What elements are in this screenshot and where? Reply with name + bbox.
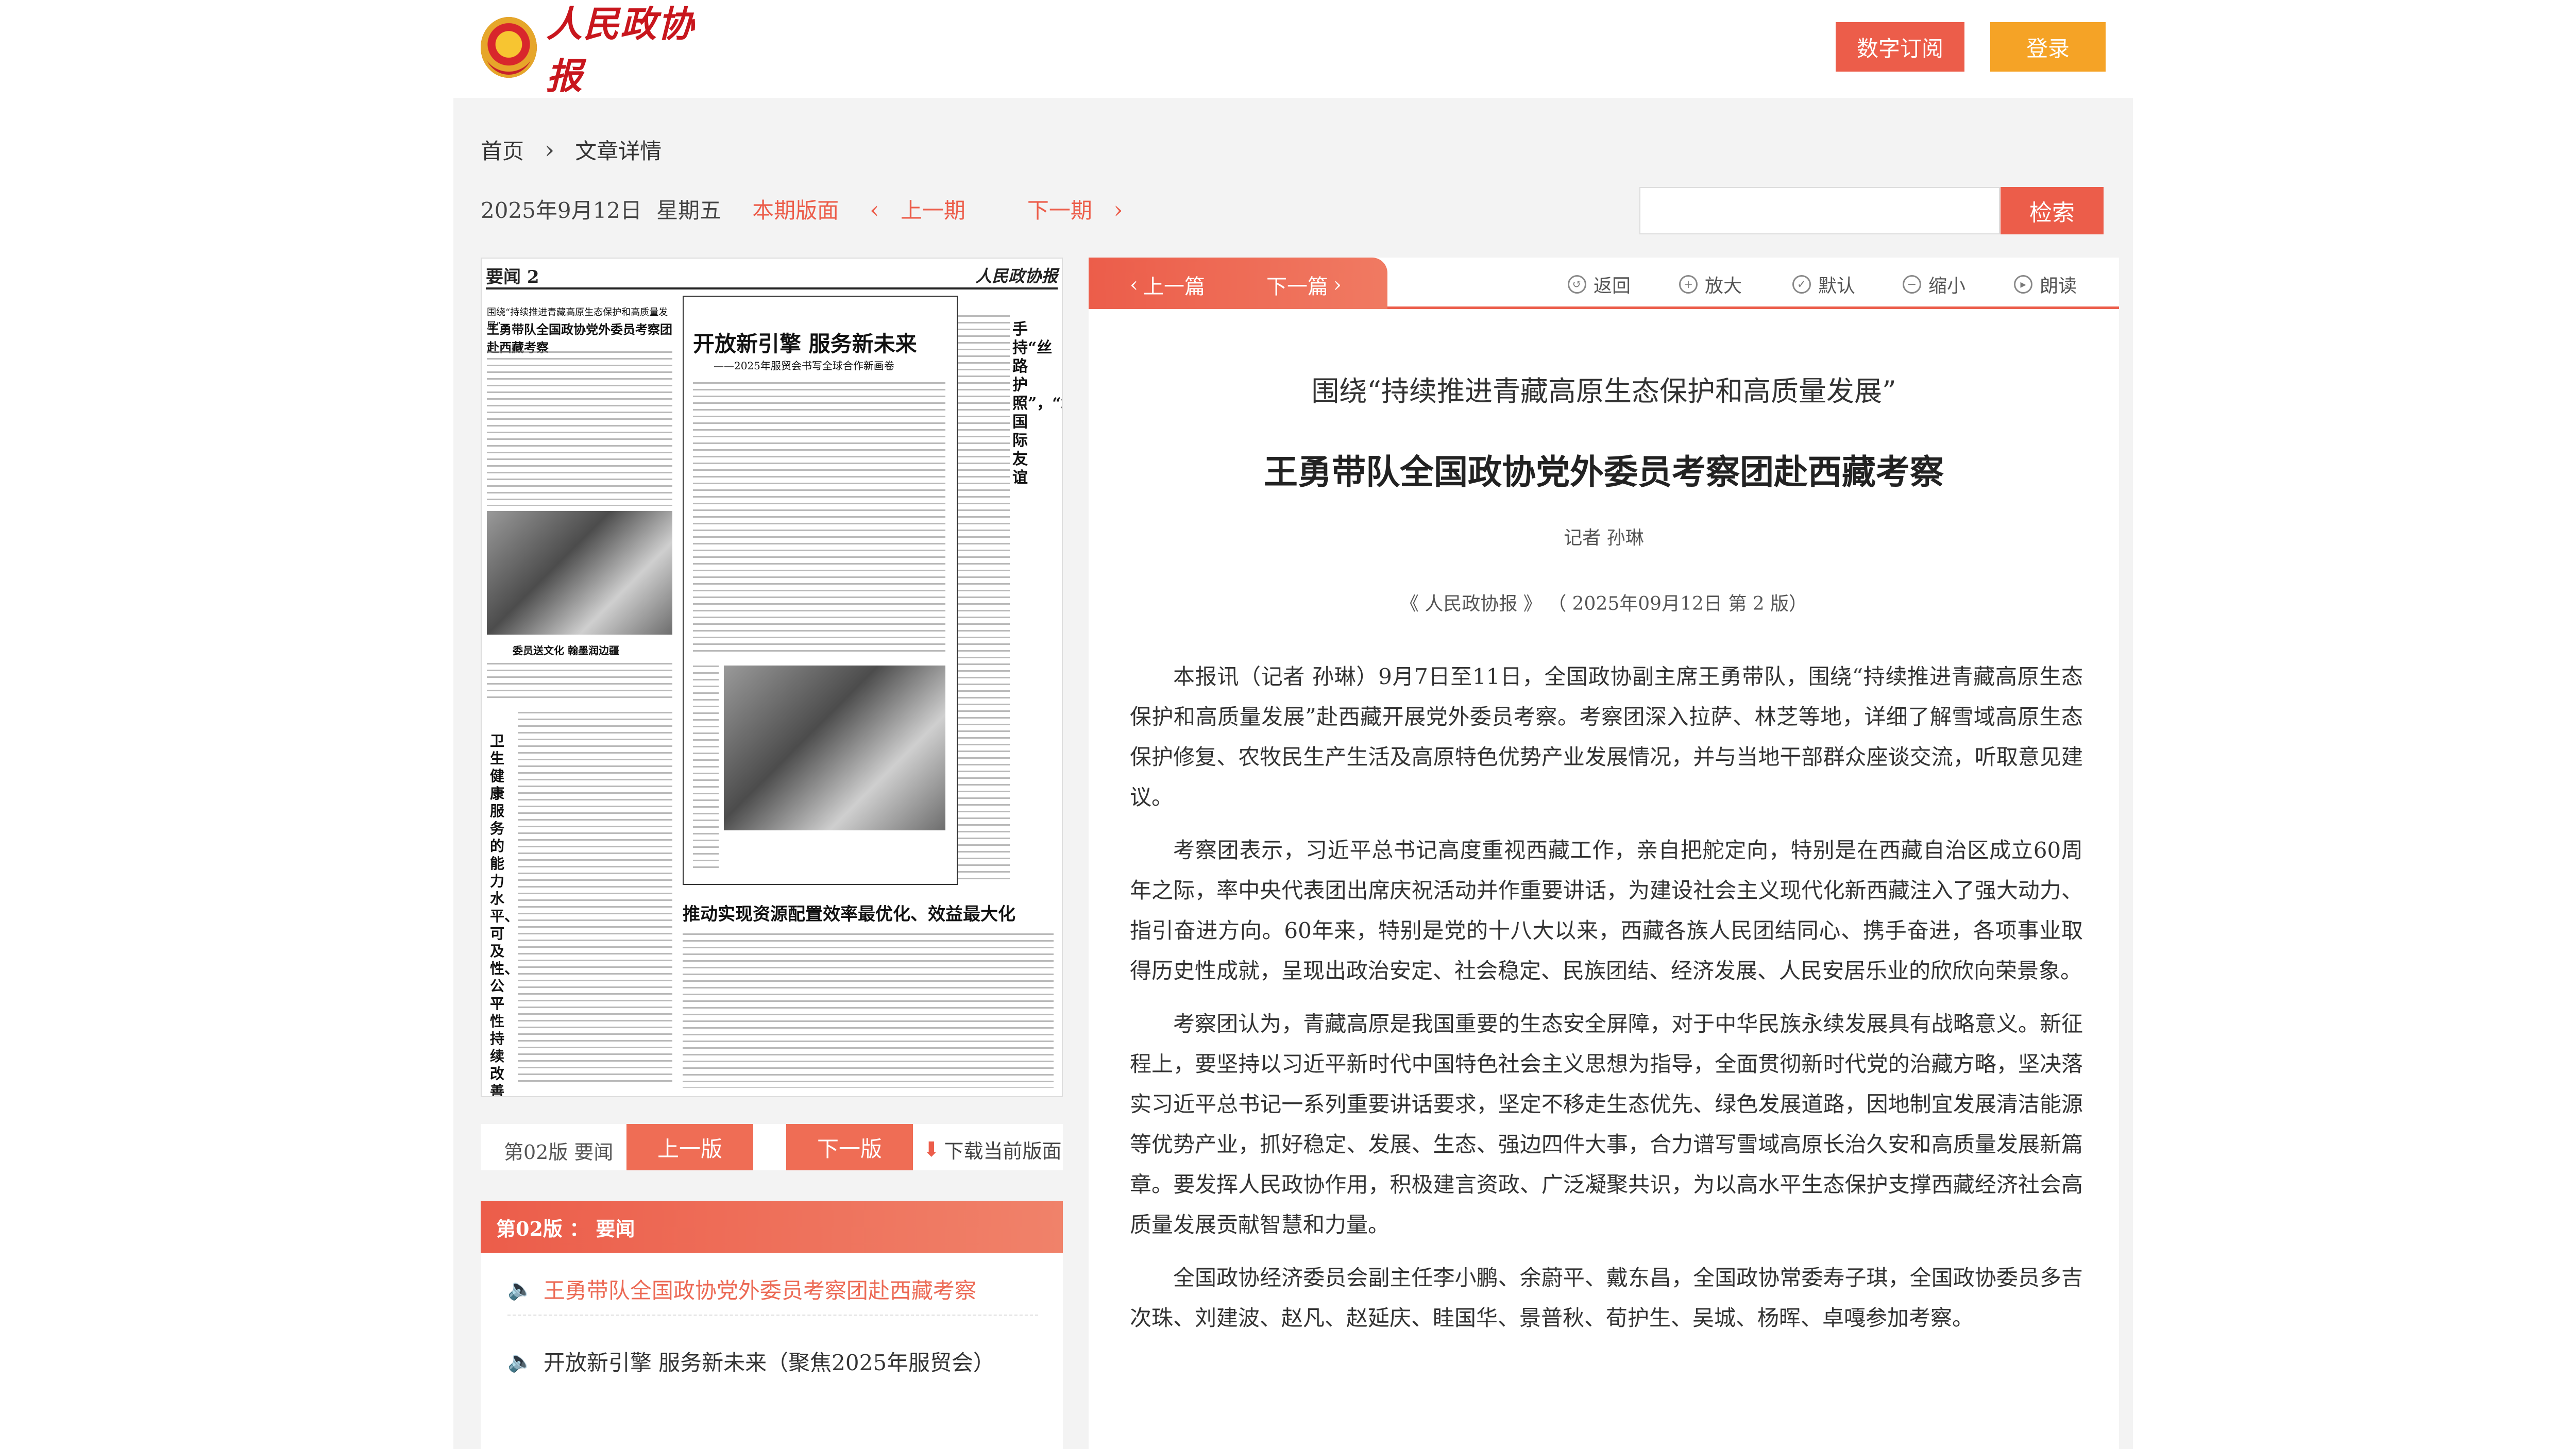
paper-brand: 人民政协报 bbox=[975, 266, 1058, 286]
paper-section: 要闻 2 bbox=[486, 266, 539, 287]
paper-text-block bbox=[958, 315, 1010, 882]
paper-vertical-headline-left[interactable]: 卫生健康服务的能力水平、可及性、公平性持续改善和提升 bbox=[490, 732, 519, 1096]
top-bar: 人民政协报 数字订阅 登录 bbox=[0, 0, 2576, 98]
paper-text-block bbox=[487, 351, 672, 506]
paper-photo bbox=[487, 511, 672, 635]
login-button[interactable]: 登录 bbox=[1990, 22, 2106, 72]
speaker-icon[interactable]: 🔈 bbox=[507, 1277, 533, 1301]
article-panel: ‹ 上一篇 下一篇 › ↺ 返回 + 放大 ✓ 默认 − 缩小 ▸ 朗读 围绕“… bbox=[1089, 258, 2119, 1449]
next-article-label: 下一篇 bbox=[1266, 275, 1328, 299]
toc-item-title: 开放新引擎 服务新未来（聚焦2025年服贸会） bbox=[543, 1350, 995, 1375]
zoom-in-button[interactable]: + 放大 bbox=[1679, 271, 1742, 298]
emblem-icon bbox=[481, 17, 537, 78]
paper-left-headline[interactable]: 王勇带队全国政协党外委员考察团赴西藏考察 bbox=[487, 319, 677, 355]
chevron-right-icon: › bbox=[1333, 273, 1342, 297]
next-issue-label: 下一期 bbox=[1027, 198, 1092, 223]
article-subtitle: 围绕“持续推进青藏高原生态保护和高质量发展” bbox=[1311, 375, 1896, 407]
zoom-out-label: 缩小 bbox=[1928, 276, 1966, 297]
zoom-in-label: 放大 bbox=[1705, 276, 1742, 297]
paper-text-block bbox=[683, 933, 1054, 1088]
main-container: 首页 › 文章详情 2025年9月12日 星期五 本期版面 ‹ 上一期 下一期 … bbox=[453, 98, 2133, 1449]
search-input[interactable] bbox=[1639, 187, 2000, 234]
page-label: 第02版 要闻 bbox=[504, 1141, 614, 1164]
next-page-button[interactable]: 下一版 bbox=[786, 1124, 913, 1170]
paper-photo bbox=[724, 666, 945, 830]
article-body: 本报讯（记者 孙琳）9月7日至11日，全国政协副主席王勇带队，围绕“持续推进青藏… bbox=[1130, 657, 2083, 1351]
breadcrumb-home[interactable]: 首页 bbox=[481, 134, 524, 165]
article-author: 记者 孙琳 bbox=[1564, 527, 1644, 549]
back-button[interactable]: ↺ 返回 bbox=[1568, 271, 1631, 298]
logo-text: 人民政协报 bbox=[546, 3, 695, 97]
speaker-icon[interactable]: 🔈 bbox=[507, 1349, 533, 1373]
paper-text-block bbox=[487, 663, 672, 699]
paper-vertical-headline[interactable]: 手持“丝路护照”，“章”显国际友谊 bbox=[1012, 320, 1062, 487]
issue-dateline: 2025年9月12日 星期五 本期版面 ‹ 上一期 下一期 › bbox=[481, 193, 1123, 225]
download-label: 下载当前版面 bbox=[944, 1140, 1062, 1163]
default-size-button[interactable]: ✓ 默认 bbox=[1792, 271, 1855, 298]
issue-weekday: 星期五 bbox=[656, 198, 722, 223]
article-title: 王勇带队全国政协党外委员考察团赴西藏考察 bbox=[1264, 452, 1944, 492]
toc-item[interactable]: 🔈 王勇带队全国政协党外委员考察团赴西藏考察 bbox=[507, 1273, 976, 1305]
paper-text-block bbox=[693, 382, 945, 655]
paper-masthead: 要闻 2 人民政协报 bbox=[486, 263, 1058, 289]
download-icon: ⬇ bbox=[923, 1137, 940, 1162]
read-aloud-button[interactable]: ▸ 朗读 bbox=[2014, 271, 2077, 298]
next-article-link[interactable]: 下一篇 › bbox=[1266, 270, 1342, 300]
prev-article-link[interactable]: ‹ 上一篇 bbox=[1130, 270, 1205, 300]
zoom-out-button[interactable]: − 缩小 bbox=[1903, 271, 1965, 298]
paper-bottom-headline[interactable]: 推动实现资源配置效率最优化、效益最大化 bbox=[683, 900, 1059, 925]
article-source: 《 人民政协报 》 （ 2025年09月12日 第 2 版） bbox=[1400, 593, 1808, 615]
paper-main-headline[interactable]: 开放新引擎 服务新未来 bbox=[693, 327, 917, 358]
chevron-left-icon: ‹ bbox=[870, 196, 879, 224]
chevron-left-icon: ‹ bbox=[1130, 273, 1138, 297]
page-navigation: 第02版 要闻 上一版 下一版 ⬇ 下载当前版面 bbox=[481, 1124, 1063, 1170]
site-logo[interactable]: 人民政协报 bbox=[481, 3, 718, 97]
issue-date: 2025年9月12日 bbox=[481, 198, 642, 223]
breadcrumb-current: 文章详情 bbox=[575, 139, 662, 164]
zoom-out-icon: − bbox=[1903, 275, 1921, 294]
article-paragraph: 考察团表示，习近平总书记高度重视西藏工作，亲自把舵定向，特别是在西藏自治区成立6… bbox=[1130, 838, 2083, 983]
paper-photo-caption: 委员送文化 翰墨润边疆 bbox=[513, 644, 619, 657]
search-button[interactable]: 检索 bbox=[2001, 187, 2104, 234]
toc-header: 第02版 ： 要闻 bbox=[481, 1201, 1063, 1253]
paper-text-block bbox=[693, 666, 719, 872]
play-icon: ▸ bbox=[2014, 275, 2032, 294]
prev-page-button[interactable]: 上一版 bbox=[626, 1124, 753, 1170]
prev-article-label: 上一篇 bbox=[1143, 275, 1205, 299]
check-icon: ✓ bbox=[1792, 275, 1811, 294]
toc-item-title: 王勇带队全国政协党外委员考察团赴西藏考察 bbox=[543, 1278, 976, 1303]
download-page-link[interactable]: ⬇ 下载当前版面 bbox=[923, 1135, 1062, 1164]
back-icon: ↺ bbox=[1568, 275, 1586, 294]
toc-list: 🔈 王勇带队全国政协党外委员考察团赴西藏考察 🔈 开放新引擎 服务新未来（聚焦2… bbox=[481, 1253, 1063, 1449]
current-issue-link[interactable]: 本期版面 bbox=[752, 193, 839, 225]
next-issue-link[interactable]: 下一期 › bbox=[1027, 193, 1123, 225]
newspaper-page-image[interactable]: 要闻 2 人民政协报 围绕“持续推进青藏高原生态保护和高质量发展” 王勇带队全国… bbox=[481, 258, 1063, 1097]
article-paragraph: 考察团认为，青藏高原是我国重要的生态安全屏障，对于中华民族永续发展具有战略意义。… bbox=[1130, 1011, 2083, 1237]
read-aloud-label: 朗读 bbox=[2040, 276, 2077, 297]
zoom-in-icon: + bbox=[1679, 275, 1698, 294]
chevron-right-icon: › bbox=[1113, 196, 1123, 224]
digital-subscribe-button[interactable]: 数字订阅 bbox=[1836, 22, 1964, 72]
article-toolbar: ‹ 上一篇 下一篇 › ↺ 返回 + 放大 ✓ 默认 − 缩小 ▸ 朗读 bbox=[1089, 258, 2119, 309]
paper-text-block bbox=[518, 712, 672, 1083]
article-paragraph: 全国政协经济委员会副主任李小鹏、余蔚平、戴东昌，全国政协常委寿子琪，全国政协委员… bbox=[1130, 1265, 2083, 1331]
paper-main-subhead: ——2025年服贸会书写全球合作新画卷 bbox=[714, 360, 894, 372]
back-label: 返回 bbox=[1594, 276, 1631, 297]
divider bbox=[507, 1315, 1038, 1316]
default-label: 默认 bbox=[1818, 276, 1856, 297]
toc-item[interactable]: 🔈 开放新引擎 服务新未来（聚焦2025年服贸会） bbox=[507, 1345, 995, 1377]
prev-issue-label: 上一期 bbox=[900, 198, 965, 223]
article-paragraph: 本报讯（记者 孙琳）9月7日至11日，全国政协副主席王勇带队，围绕“持续推进青藏… bbox=[1130, 664, 2083, 810]
breadcrumb: 首页 › 文章详情 bbox=[481, 134, 662, 165]
prev-issue-link[interactable]: ‹ 上一期 bbox=[870, 193, 965, 225]
chevron-right-icon: › bbox=[545, 135, 555, 164]
